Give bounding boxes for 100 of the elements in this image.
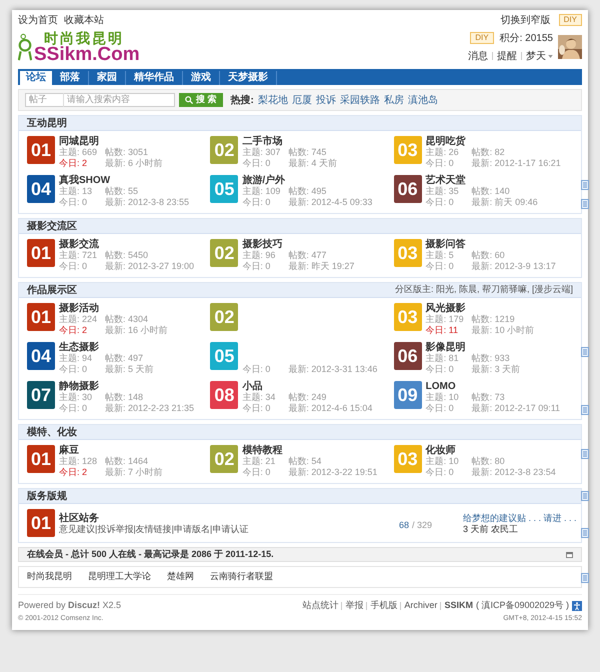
forum-name-link[interactable]: 小品 — [242, 381, 372, 392]
forum-number-tile[interactable]: 06 — [394, 342, 422, 370]
site-link[interactable]: SSIKM — [444, 599, 473, 612]
stat-text: 主题: 30 — [59, 392, 94, 403]
latest-text: 最新: 2012-3-9 13:17 — [472, 261, 556, 272]
stat-text: 帖数: 5450 — [105, 250, 150, 261]
forum-number-tile[interactable]: 01 — [27, 303, 55, 331]
accessibility-icon[interactable] — [572, 600, 582, 611]
forum-name-link[interactable]: 摄影问答 — [426, 239, 556, 250]
icp-link[interactable]: ( 滇ICP备09002029号 ) — [476, 599, 569, 612]
friend-link[interactable]: 云南骑行者联盟 — [210, 570, 273, 584]
stat-text: 今日: 0 — [426, 364, 455, 375]
hot-search-link[interactable]: 厄厦 — [292, 92, 312, 108]
logo-figure-icon — [18, 32, 32, 62]
user-link[interactable]: 提醒 — [497, 48, 517, 64]
thread-count: 68 — [399, 519, 410, 532]
hot-search-link[interactable]: 滇池岛 — [408, 92, 438, 108]
section-title[interactable]: 作品展示区 — [27, 282, 77, 298]
forum-number-tile[interactable]: 01 — [27, 239, 55, 267]
collapse-icon[interactable] — [581, 528, 589, 538]
footer-link[interactable]: 手机版 — [370, 599, 398, 612]
stat-text: 今日: 2 — [59, 467, 88, 478]
nav-tab[interactable]: 论坛 — [20, 71, 52, 85]
stat-text: 主题: 128 — [59, 456, 98, 467]
top-link[interactable]: 设为首页 — [18, 12, 58, 28]
stat-text: 主题: 109 — [242, 186, 282, 197]
friend-link[interactable]: 楚雄网 — [167, 570, 194, 584]
stat-text: 帖数: 55 — [105, 186, 140, 197]
footer-link[interactable]: Archiver — [404, 599, 438, 612]
friend-link[interactable]: 时尚我昆明 — [27, 570, 72, 584]
stat-text: 帖数: 82 — [472, 147, 506, 158]
nav-tab[interactable]: 精华作品 — [126, 71, 183, 85]
forum-name-link[interactable]: 摄影交流 — [59, 239, 194, 250]
forum-name-link[interactable]: 风光摄影 — [426, 303, 534, 314]
forum-name-link[interactable]: 静物摄影 — [59, 381, 194, 392]
forum-name-link[interactable]: 社区站务 — [59, 513, 395, 524]
hot-search-link[interactable]: 采园轶路 — [340, 92, 380, 108]
stat-text: 帖数: 497 — [105, 353, 144, 364]
nav-tab[interactable]: 天梦摄影 — [220, 71, 277, 85]
nav-tab[interactable]: 部落 — [52, 71, 89, 85]
hot-search-link[interactable]: 私房 — [384, 92, 404, 108]
section-title[interactable]: 互动昆明 — [27, 116, 67, 130]
stat-text: 主题: 179 — [426, 314, 465, 325]
stat-text: 帖数: 249 — [288, 392, 328, 403]
forum-name-link[interactable]: 摄影技巧 — [242, 239, 354, 250]
latest-text: 最新: 2012-3-22 19:51 — [288, 467, 378, 478]
collapse-icon[interactable] — [581, 199, 589, 209]
forum-name-link[interactable]: 同城昆明 — [59, 136, 163, 147]
latest-text: 最新: 5 天前 — [105, 364, 154, 375]
collapse-icon[interactable] — [581, 491, 589, 501]
forum-name-link[interactable]: 旅游/户外 — [242, 175, 372, 186]
forum-name-link[interactable]: 艺术天堂 — [426, 175, 538, 186]
window-toggle-icon[interactable] — [566, 552, 573, 558]
stat-text: 主题: 721 — [59, 250, 98, 261]
caret-icon — [548, 54, 553, 58]
collapse-icon[interactable] — [581, 180, 589, 190]
collapse-icon[interactable] — [581, 347, 589, 357]
collapse-icon[interactable] — [581, 405, 589, 415]
forum-name-link[interactable]: 昆明吃货 — [426, 136, 561, 147]
user-link[interactable]: 消息 — [468, 48, 488, 64]
forum-name-link[interactable]: 化妆师 — [426, 445, 556, 456]
forum-number-tile[interactable]: 06 — [394, 175, 422, 203]
hot-search-label: 热搜: — [230, 94, 254, 108]
forum-name-link[interactable]: 摄影活动 — [59, 303, 168, 314]
footer-link[interactable]: 站点统计 — [302, 599, 338, 612]
forum-number-tile[interactable]: 07 — [27, 381, 55, 409]
forum-number-tile[interactable]: 01 — [27, 445, 55, 473]
stat-text: 帖数: 477 — [288, 250, 328, 261]
forum-name-link[interactable]: 生态摄影 — [59, 342, 154, 353]
forum-name-link[interactable]: 影像昆明 — [426, 342, 520, 353]
forum-name-link[interactable]: 二手市场 — [242, 136, 337, 147]
latest-text: 最新: 2012-2-17 09:11 — [472, 403, 560, 414]
collapse-icon[interactable] — [581, 449, 589, 459]
latest-text: 最新: 前天 09:46 — [472, 197, 538, 208]
friend-link[interactable]: 昆明理工大学论 — [88, 570, 151, 584]
forum-number-tile[interactable]: 08 — [210, 381, 238, 409]
hot-search-link[interactable]: 投诉 — [316, 92, 336, 108]
forum-number-tile[interactable]: 04 — [27, 175, 55, 203]
nav-tab[interactable]: 游戏 — [183, 71, 220, 85]
forum-number-tile[interactable]: 09 — [394, 381, 422, 409]
forum-name-link[interactable]: 麻豆 — [59, 445, 163, 456]
collapse-icon[interactable] — [581, 573, 589, 583]
forum-name-link[interactable]: LOMO — [426, 381, 560, 392]
section-title[interactable]: 模特、化妆 — [27, 424, 77, 440]
section-title[interactable]: 摄影交流区 — [27, 218, 77, 234]
forum-name-link[interactable]: 模特教程 — [242, 445, 378, 456]
forum-number-tile[interactable]: 01 — [27, 136, 55, 164]
footer-link[interactable]: 举报 — [345, 599, 364, 612]
powered-by-text: Powered by Discuz! X2.5 — [18, 599, 122, 612]
stat-text: 今日: 0 — [242, 158, 272, 169]
forum-number-tile[interactable]: 04 — [27, 342, 55, 370]
hot-search-link[interactable]: 梨花地 — [258, 92, 288, 108]
nav-tab[interactable]: 家园 — [89, 71, 126, 85]
switch-width-link[interactable]: 切换到窄版 — [500, 12, 551, 28]
section-title[interactable]: 版务版规 — [27, 488, 67, 504]
top-link[interactable]: 收藏本站 — [64, 12, 104, 28]
latest-text: 最新: 16 小时前 — [105, 325, 168, 336]
forum-number-tile[interactable]: 01 — [27, 509, 55, 537]
username-menu[interactable]: 梦天 — [526, 48, 553, 64]
forum-name-link[interactable]: 真我SHOW — [59, 175, 190, 186]
